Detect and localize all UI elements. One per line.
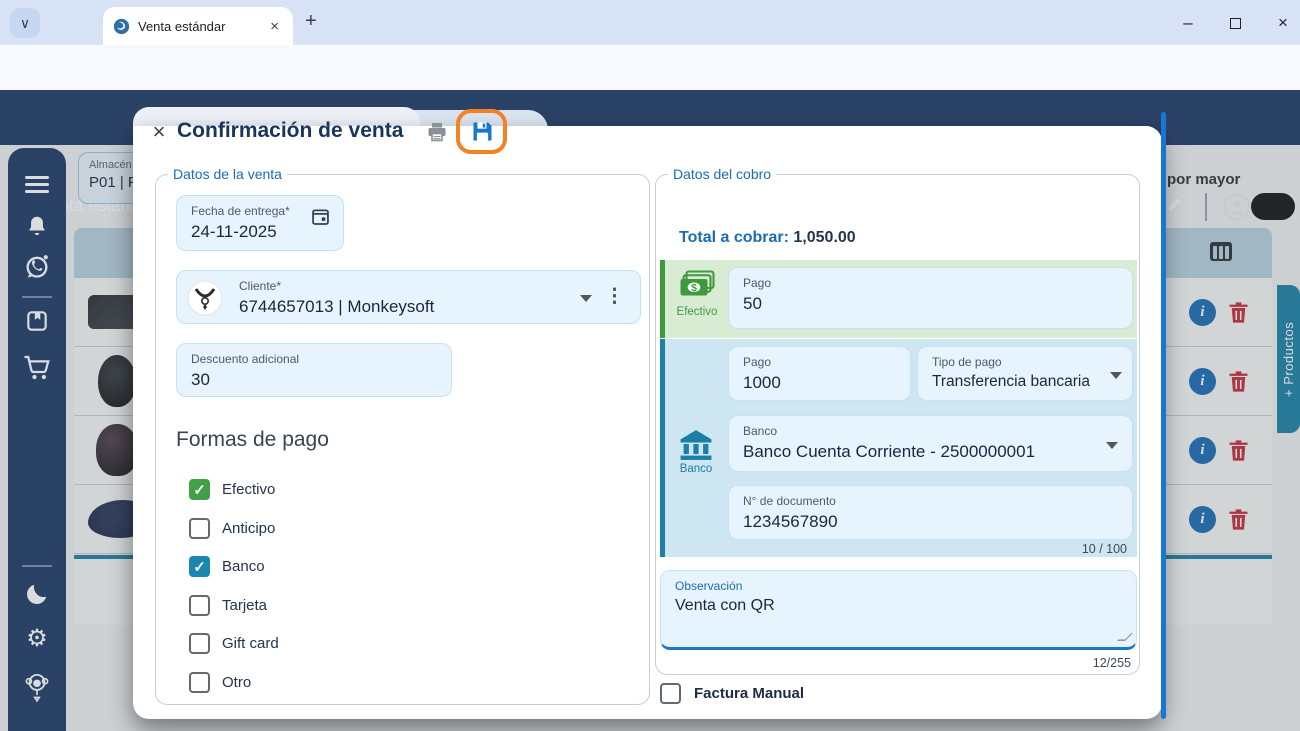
- banco-select[interactable]: Banco Banco Cuenta Corriente - 250000000…: [728, 415, 1133, 472]
- bank-icon: [677, 427, 715, 461]
- resize-handle-icon[interactable]: [1117, 633, 1133, 641]
- pago-value: 1000: [743, 373, 896, 393]
- window-close-button[interactable]: ×: [1270, 10, 1296, 36]
- modal-accent-edge: [1161, 112, 1166, 719]
- checkbox-label: Efectivo: [222, 481, 275, 498]
- new-tab-button[interactable]: +: [305, 10, 317, 33]
- efectivo-payment-block: $ Efectivo Pago 50: [660, 260, 1137, 338]
- payment-method-gift-card[interactable]: Gift card: [189, 633, 279, 654]
- checkbox-unchecked[interactable]: [660, 683, 681, 704]
- banco-block-label: Banco: [668, 463, 724, 475]
- payment-method-anticipo[interactable]: Anticipo: [189, 518, 275, 539]
- check-icon: ✓: [193, 558, 206, 576]
- checkbox-label: Banco: [222, 558, 265, 575]
- sale-data-legend: Datos de la venta: [168, 166, 287, 182]
- payment-data-legend: Datos del cobro: [668, 166, 776, 182]
- client-options-kebab-icon[interactable]: ⋮: [605, 285, 624, 308]
- delivery-date-value: 24-11-2025: [191, 222, 329, 242]
- sale-data-section: Datos de la venta Fecha de entrega* 24-1…: [155, 166, 650, 705]
- observation-label: Observación: [675, 579, 1122, 593]
- payment-data-section: Datos del cobro Total a cobrar: 1,050.00…: [655, 166, 1140, 675]
- additional-discount-field[interactable]: Descuento adicional 30: [176, 343, 452, 397]
- maximize-icon: [1230, 18, 1241, 29]
- total-to-collect: Total a cobrar: 1,050.00: [679, 229, 856, 247]
- checkbox-unchecked[interactable]: [189, 672, 210, 693]
- favicon-monkeysoft: [113, 18, 130, 35]
- client-avatar-icon: [187, 280, 223, 316]
- svg-text:$: $: [691, 282, 697, 294]
- sale-confirmation-modal: Datos de la venta Fecha de entrega* 24-1…: [133, 107, 1168, 719]
- screen: ∨ Venta estándar × + – × ← → Gt ☆ ⋮ Vent…: [0, 0, 1300, 731]
- pago-label: Pago: [743, 355, 896, 369]
- tab-search-button[interactable]: ∨: [10, 8, 40, 38]
- observation-value: Venta con QR: [675, 597, 1122, 615]
- pago-value: 50: [743, 294, 1118, 314]
- checkbox-label: Otro: [222, 674, 251, 691]
- pago-label: Pago: [743, 276, 1118, 290]
- cash-icon: $: [677, 270, 717, 300]
- payment-method-efectivo[interactable]: ✓ Efectivo: [189, 479, 275, 500]
- banco-label: Banco: [743, 424, 1118, 438]
- check-icon: ✓: [193, 481, 206, 499]
- checkbox-checked[interactable]: ✓: [189, 556, 210, 577]
- tipo-de-pago-label: Tipo de pago: [932, 355, 1118, 369]
- observation-counter: 12/255: [1093, 656, 1131, 670]
- tipo-de-pago-select[interactable]: Tipo de pago Transferencia bancaria: [917, 346, 1133, 401]
- checkbox-unchecked[interactable]: [189, 518, 210, 539]
- banco-value: Banco Cuenta Corriente - 2500000001: [743, 442, 1118, 462]
- client-label: Cliente*: [239, 279, 626, 293]
- tab-close-button[interactable]: ×: [266, 18, 283, 35]
- browser-toolbar: ← → Gt ☆ ⋮: [0, 45, 1300, 90]
- checkbox-checked[interactable]: ✓: [189, 479, 210, 500]
- additional-discount-value: 30: [191, 370, 437, 390]
- browser-tab-strip: ∨ Venta estándar × + – ×: [0, 0, 1300, 45]
- checkbox-unchecked[interactable]: [189, 633, 210, 654]
- checkbox-unchecked[interactable]: [189, 595, 210, 616]
- tipo-de-pago-value: Transferencia bancaria: [932, 373, 1118, 391]
- modal-title: Confirmación de venta: [177, 119, 403, 143]
- additional-discount-label: Descuento adicional: [191, 352, 437, 366]
- checkbox-label: Tarjeta: [222, 597, 267, 614]
- save-button-highlight-annotation: [456, 109, 507, 154]
- efectivo-block-label: Efectivo: [669, 306, 725, 318]
- banco-payment-block: Banco Pago 1000 Tipo de pago Transferenc…: [660, 339, 1137, 557]
- chevron-down-icon[interactable]: [580, 295, 592, 302]
- banco-pago-field[interactable]: Pago 1000: [728, 346, 911, 401]
- document-counter: 10 / 100: [1082, 542, 1127, 556]
- payment-method-banco[interactable]: ✓ Banco: [189, 556, 265, 577]
- tab-title: Venta estándar: [138, 19, 266, 34]
- document-number-label: N° de documento: [743, 494, 1118, 508]
- total-label: Total a cobrar:: [679, 229, 789, 246]
- payment-method-tarjeta[interactable]: Tarjeta: [189, 595, 267, 616]
- document-number-value: 1234567890: [743, 512, 1118, 532]
- calendar-icon[interactable]: [310, 206, 331, 227]
- payment-methods-heading: Formas de pago: [176, 428, 329, 452]
- client-value: 6744657013 | Monkeysoft: [239, 297, 626, 317]
- checkbox-label: Anticipo: [222, 520, 275, 537]
- total-value: 1,050.00: [793, 229, 855, 246]
- efectivo-pago-field[interactable]: Pago 50: [728, 267, 1133, 329]
- checkbox-label: Gift card: [222, 635, 279, 652]
- factura-manual-label: Factura Manual: [694, 685, 804, 702]
- window-maximize-button[interactable]: [1222, 10, 1248, 36]
- delivery-date-label: Fecha de entrega*: [191, 204, 329, 218]
- browser-tab[interactable]: Venta estándar ×: [103, 7, 293, 45]
- modal-body: Datos de la venta Fecha de entrega* 24-1…: [133, 126, 1162, 719]
- modal-close-button[interactable]: ×: [145, 118, 173, 146]
- client-field[interactable]: Cliente* 6744657013 | Monkeysoft ⋮: [176, 270, 641, 324]
- chevron-down-icon[interactable]: [1110, 372, 1122, 379]
- chevron-down-icon[interactable]: [1106, 442, 1118, 449]
- document-number-field[interactable]: N° de documento 1234567890: [728, 485, 1133, 540]
- delivery-date-field[interactable]: Fecha de entrega* 24-11-2025: [176, 195, 344, 251]
- print-button[interactable]: [425, 120, 449, 144]
- chevron-down-icon: ∨: [20, 15, 30, 32]
- factura-manual-checkbox-row[interactable]: Factura Manual: [660, 683, 804, 704]
- payment-method-otro[interactable]: Otro: [189, 672, 251, 693]
- observation-textarea[interactable]: Observación Venta con QR: [660, 570, 1137, 650]
- window-minimize-button[interactable]: –: [1175, 10, 1201, 36]
